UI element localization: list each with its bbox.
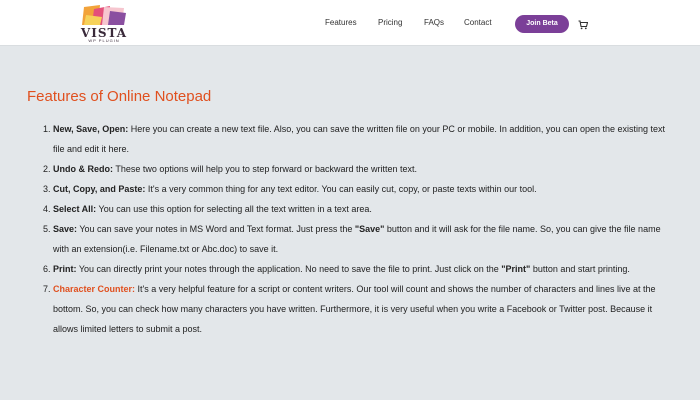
vista-logo[interactable]: VISTA WP PLUGIN xyxy=(80,5,128,43)
main-content: Features of Online Notepad New, Save, Op… xyxy=(27,88,677,339)
page-heading: Features of Online Notepad xyxy=(27,88,212,105)
feature-list-item: New, Save, Open: Here you can create a n… xyxy=(53,119,677,159)
logo-graphic-icon xyxy=(82,5,126,25)
feature-description: You can directly print your notes throug… xyxy=(76,264,502,274)
logo-subtext: WP PLUGIN xyxy=(88,38,120,43)
feature-list-item: Undo & Redo: These two options will help… xyxy=(53,159,677,179)
feature-term: Cut, Copy, and Paste: xyxy=(53,184,146,194)
feature-term: New, Save, Open: xyxy=(53,124,129,134)
feature-list: New, Save, Open: Here you can create a n… xyxy=(27,119,677,339)
feature-list-item: Save: You can save your notes in MS Word… xyxy=(53,219,677,259)
feature-term: Save: xyxy=(53,224,78,234)
nav-link-pricing[interactable]: Pricing xyxy=(378,18,402,27)
cart-icon[interactable] xyxy=(578,17,589,35)
feature-description: button and start printing. xyxy=(530,264,630,274)
nav-link-contact[interactable]: Contact xyxy=(464,18,492,27)
nav-link-features[interactable]: Features xyxy=(325,18,357,27)
feature-list-item: Select All: You can use this option for … xyxy=(53,199,677,219)
feature-list-item: Print: You can directly print your notes… xyxy=(53,259,677,279)
nav-link-faqs[interactable]: FAQs xyxy=(424,18,444,27)
join-beta-button[interactable]: Join Beta xyxy=(515,15,569,33)
feature-description: It's a very common thing for any text ed… xyxy=(145,184,537,194)
feature-list-item: Character Counter: It's a very helpful f… xyxy=(53,279,677,339)
feature-description: You can use this option for selecting al… xyxy=(96,204,372,214)
feature-list-item: Cut, Copy, and Paste: It's a very common… xyxy=(53,179,677,199)
feature-description: Here you can create a new text file. Als… xyxy=(53,124,665,154)
feature-description: You can save your notes in MS Word and T… xyxy=(77,224,355,234)
feature-term: Select All: xyxy=(53,204,97,214)
feature-term: Undo & Redo: xyxy=(53,164,113,174)
feature-term: Character Counter: xyxy=(53,284,136,294)
quoted-button-name: "Print" xyxy=(501,264,531,274)
feature-term: Print: xyxy=(53,264,77,274)
feature-description: These two options will help you to step … xyxy=(113,164,417,174)
quoted-button-name: "Save" xyxy=(354,224,385,234)
feature-description: It's a very helpful feature for a script… xyxy=(53,284,656,334)
top-navigation-bar: VISTA WP PLUGIN Features Pricing FAQs Co… xyxy=(0,0,700,46)
